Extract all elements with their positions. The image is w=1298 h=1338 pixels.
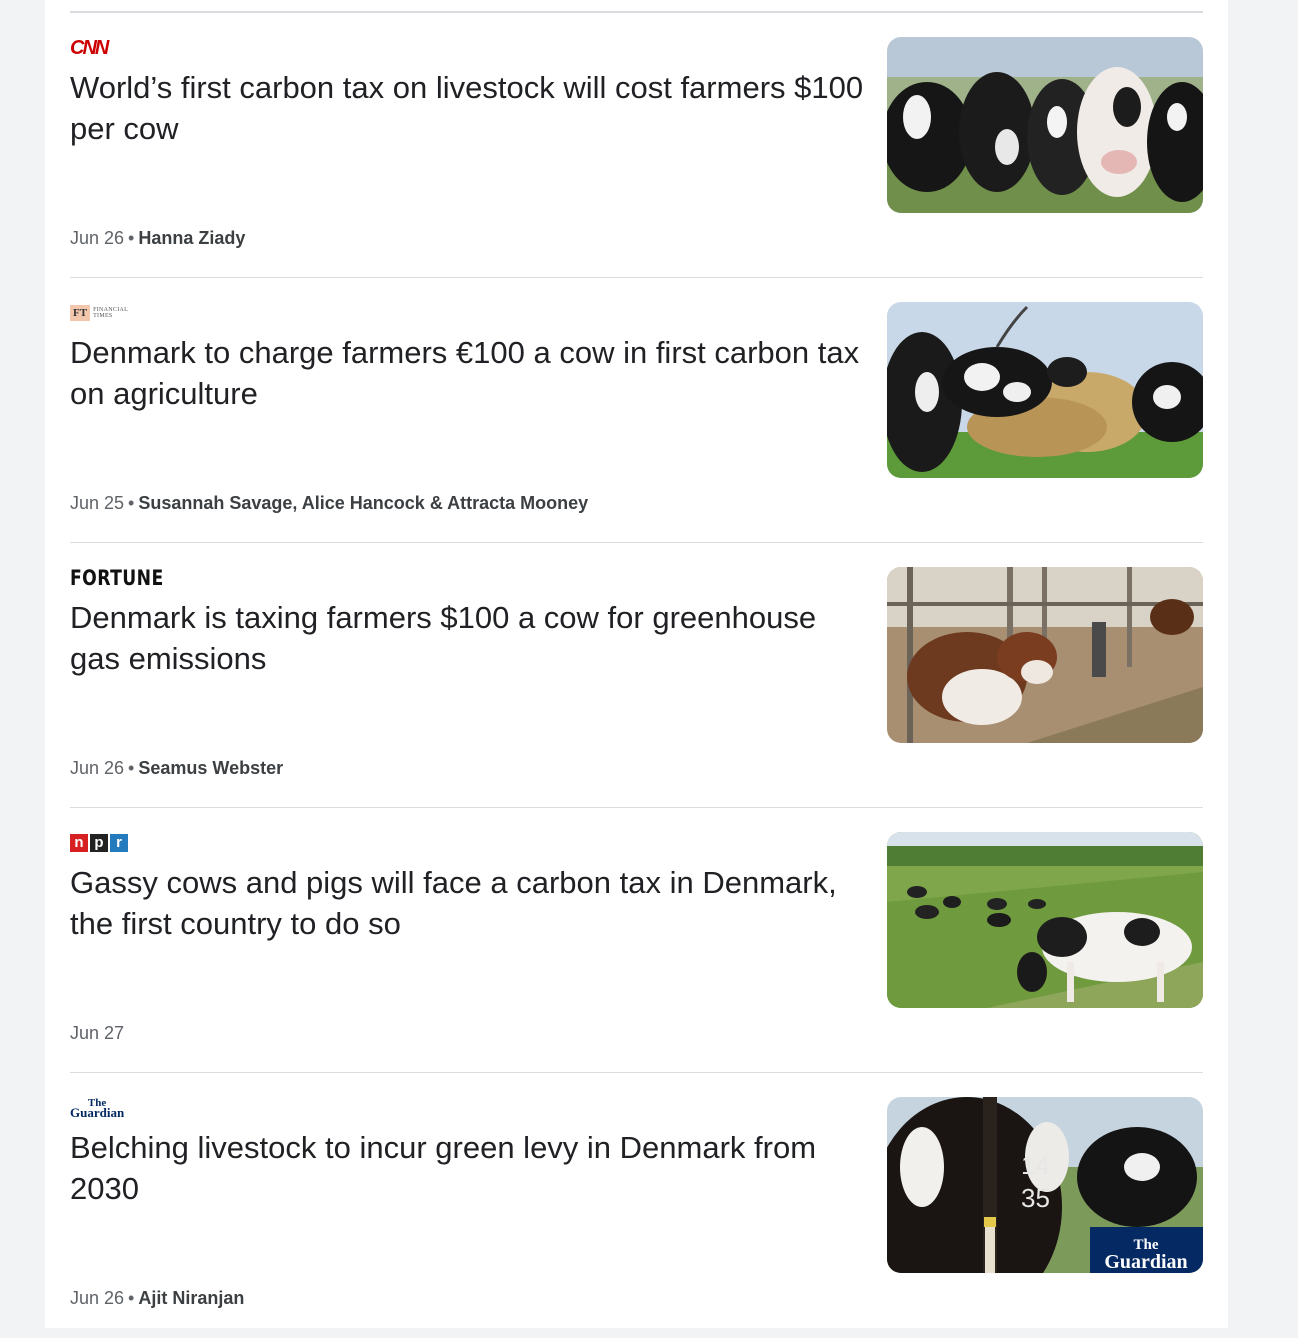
article-date: Jun 26: [70, 228, 125, 248]
guardian-logo: The Guardian: [70, 1097, 125, 1120]
article-meta: Jun 25 • Susannah Savage, Alice Hancock & …: [70, 493, 588, 514]
tag-number: 14: [1021, 1150, 1050, 1180]
news-article-card[interactable]: The Guardian Belching livestock to incur…: [70, 1073, 1203, 1338]
news-article-card[interactable]: FT FINANCIAL TIMES Denmark to charge farm…: [70, 278, 1203, 543]
npr-logo: n p r: [70, 832, 128, 854]
article-date: Jun 26: [70, 758, 125, 778]
article-headline[interactable]: Belching livestock to incur green levy i…: [70, 1127, 865, 1209]
article-headline[interactable]: Denmark is taxing farmers $100 a cow for…: [70, 597, 865, 679]
article-thumbnail[interactable]: [887, 302, 1203, 478]
news-article-card[interactable]: CNN World’s first carbon tax on livestoc…: [70, 13, 1203, 278]
article-author: Ajit Niranjan: [138, 1288, 245, 1308]
news-article-card[interactable]: FORTUNE Denmark is taxing farmers $100 a…: [70, 543, 1203, 808]
article-meta: Jun 26 • Seamus Webster: [70, 758, 283, 779]
article-meta: Jun 26 • Ajit Niranjan: [70, 1288, 244, 1309]
article-meta: Jun 27: [70, 1023, 124, 1044]
cnn-logo: CNN: [70, 36, 109, 59]
meta-separator: •: [128, 228, 135, 248]
meta-separator: •: [128, 758, 135, 778]
article-thumbnail[interactable]: 14 35 The Guardian: [887, 1097, 1203, 1273]
article-thumbnail[interactable]: [887, 832, 1203, 1008]
fortune-logo: FORTUNE: [70, 566, 164, 590]
article-author: Seamus Webster: [138, 758, 284, 778]
tag-number: 35: [1021, 1183, 1050, 1213]
news-article-card[interactable]: n p r Gassy cows and pigs will face a ca…: [70, 808, 1203, 1073]
article-headline[interactable]: Gassy cows and pigs will face a carbon t…: [70, 862, 865, 944]
article-thumbnail[interactable]: [887, 567, 1203, 743]
article-date: Jun 26: [70, 1288, 125, 1308]
article-meta: Jun 26 • Hanna Ziady: [70, 228, 245, 249]
guardian-watermark: Guardian: [1104, 1251, 1187, 1273]
article-headline[interactable]: World’s first carbon tax on livestock wi…: [70, 67, 865, 149]
meta-separator: •: [128, 1288, 135, 1308]
article-date: Jun 27: [70, 1023, 125, 1043]
article-author: Hanna Ziady: [138, 228, 246, 248]
article-thumbnail[interactable]: [887, 37, 1203, 213]
financial-times-logo: FT FINANCIAL TIMES: [70, 302, 128, 324]
meta-separator: •: [128, 493, 135, 513]
article-author: Susannah Savage, Alice Hancock & Attract…: [138, 493, 589, 513]
news-feed: CNN World’s first carbon tax on livestoc…: [45, 0, 1228, 1328]
article-date: Jun 25: [70, 493, 125, 513]
article-headline[interactable]: Denmark to charge farmers €100 a cow in …: [70, 332, 865, 414]
